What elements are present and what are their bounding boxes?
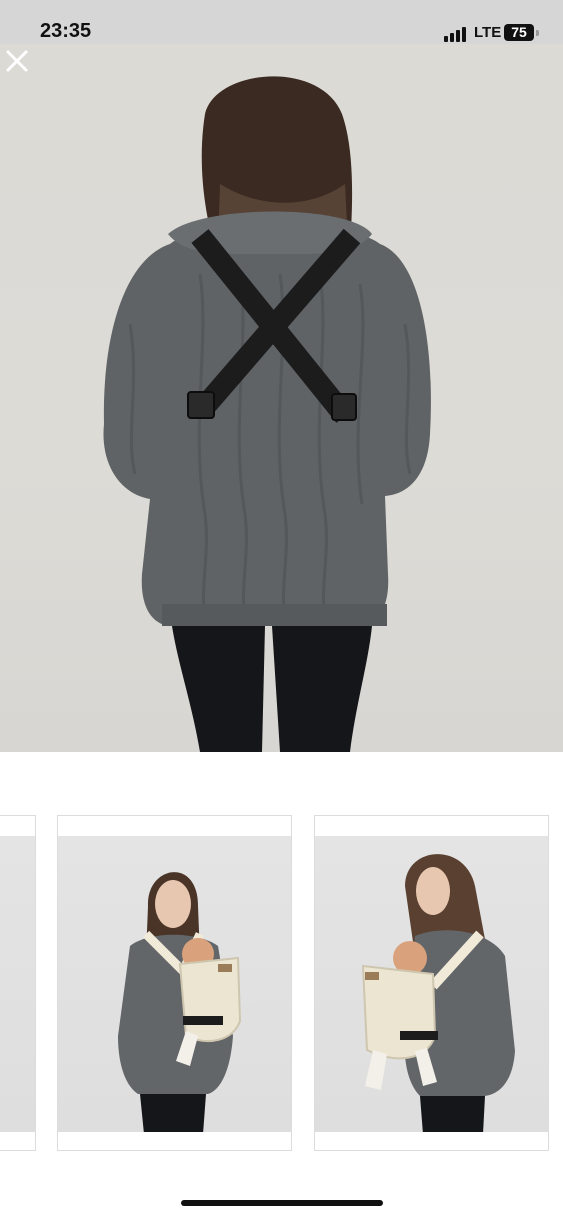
home-indicator[interactable]	[181, 1200, 383, 1206]
thumbnail-photo	[315, 836, 548, 1132]
status-bar: 23:35 LTE 75	[0, 0, 563, 44]
thumbnail-previous[interactable]	[0, 815, 36, 1151]
thumbnail-strip[interactable]	[0, 815, 563, 1153]
main-photo-illustration	[103, 76, 431, 752]
signal-bars-icon	[444, 27, 466, 42]
main-photo[interactable]	[0, 44, 563, 752]
battery-icon	[536, 30, 539, 36]
thumbnail-side-view[interactable]	[314, 815, 549, 1151]
side-view-illustration	[361, 854, 515, 1132]
thumbnail-photo	[0, 836, 35, 1132]
close-icon[interactable]	[0, 44, 34, 78]
front-view-illustration	[118, 872, 242, 1132]
status-time: 23:35	[40, 20, 92, 42]
battery-level: 75	[504, 24, 534, 41]
network-type: LTE	[474, 24, 502, 41]
thumbnail-front-view[interactable]	[57, 815, 292, 1151]
thumbnail-photo	[58, 836, 291, 1132]
